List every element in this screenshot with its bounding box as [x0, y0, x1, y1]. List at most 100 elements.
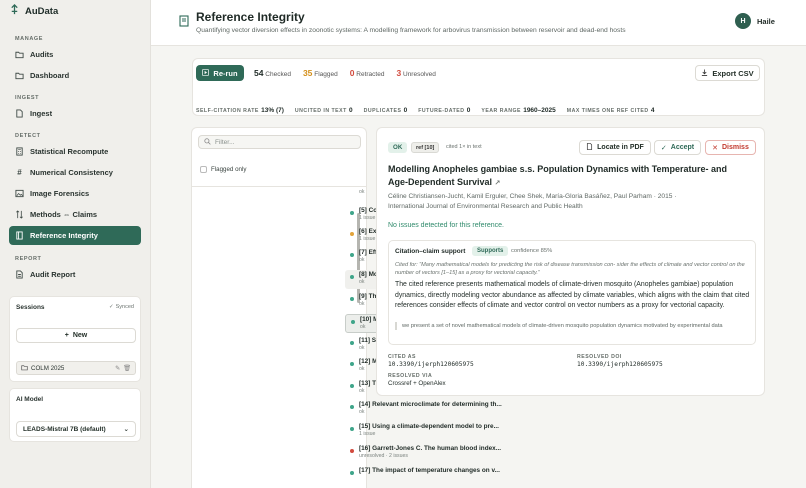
list-item[interactable]: [15] Using a climate-dependent model to …	[345, 422, 504, 441]
no-issues-text: No issues detected for this reference.	[388, 222, 504, 229]
section-label-detect: DETECT	[15, 133, 41, 139]
resolved-doi: RESOLVED DOI 10.3390/ijerph120605975	[577, 354, 663, 368]
plus-icon: +	[64, 332, 69, 339]
session-name: COLM 2025	[31, 364, 65, 372]
reference-title: Modelling Anopheles gambiae s.s. Populat…	[388, 163, 748, 190]
export-csv-button[interactable]: Export CSV	[695, 65, 760, 81]
calculator-icon	[15, 147, 24, 156]
metrics-row: SELF-CITATION RATE 13% (7) UNCITED IN TE…	[196, 105, 654, 114]
accept-label: Accept	[670, 144, 695, 151]
dismiss-button[interactable]: ✕ Dismiss	[705, 140, 756, 155]
sync-status: ✓ Synced	[109, 304, 134, 310]
support-body: The cited reference presents mathematica…	[395, 281, 750, 309]
external-link-icon[interactable]: ↗	[495, 180, 501, 187]
rerun-button[interactable]: Re-run	[196, 65, 244, 81]
status-dot	[350, 275, 354, 279]
list-item[interactable]: [14] Relevant microclimate for determini…	[345, 400, 504, 419]
user-name[interactable]: Haile	[757, 17, 775, 26]
sessions-panel: Sessions ✓ Synced + New COLM 2025 ✎ 🗑	[9, 296, 141, 382]
book-icon	[179, 15, 189, 29]
ai-model-title: AI Model	[16, 396, 44, 403]
session-item[interactable]: COLM 2025 ✎ 🗑	[16, 361, 136, 375]
nav-numerical-consistency[interactable]: # Numerical Consistency	[9, 163, 141, 182]
nav-methods-claims[interactable]: Methods ⇔ Claims	[9, 205, 141, 224]
flagged-only-checkbox[interactable]: Flagged only	[200, 166, 246, 173]
resolved-via-label: RESOLVED VIA	[388, 373, 433, 379]
logo-icon	[9, 4, 20, 18]
status-dot	[350, 232, 354, 236]
cited-count: cited 1× in text	[446, 144, 482, 150]
confidence: confidence 85%	[511, 248, 553, 254]
play-icon	[202, 68, 210, 78]
model-select[interactable]: LEADS-Mistral 7B (default) ⌄	[16, 421, 136, 437]
export-label: Export CSV	[712, 68, 754, 78]
status-dot	[350, 211, 354, 215]
list-item[interactable]: [16] Garrett-Jones C. The human blood in…	[345, 444, 504, 463]
reference-authors: Céline Christiansen-Jucht, Kamil Erguler…	[388, 192, 748, 212]
nav-audit-report[interactable]: Audit Report	[9, 265, 141, 284]
sync-label: Synced	[115, 304, 134, 310]
list-item-title: [14] Relevant microclimate for determini…	[359, 401, 502, 408]
section-label-ingest: INGEST	[15, 95, 40, 101]
divider	[192, 186, 366, 187]
folder-icon	[15, 50, 24, 59]
list-item-title: [16] Garrett-Jones C. The human blood in…	[359, 445, 502, 452]
ai-model-panel: AI Model LEADS-Mistral 7B (default) ⌄	[9, 388, 141, 442]
metric-future-dated: FUTURE-DATED 0	[418, 107, 471, 114]
close-icon: ✕	[712, 144, 718, 152]
nav-dashboard[interactable]: Dashboard	[9, 66, 141, 85]
checkbox-box[interactable]	[200, 166, 207, 173]
section-label-manage: MANAGE	[15, 36, 44, 42]
resolved-doi-label: RESOLVED DOI	[577, 354, 622, 360]
metric-max-cited: MAX TIMES ONE REF CITED 4	[566, 107, 655, 114]
hash-icon: #	[17, 168, 22, 177]
trash-icon[interactable]: 🗑	[123, 364, 131, 372]
image-icon	[15, 189, 24, 198]
document-icon	[586, 143, 593, 152]
avatar[interactable]: H	[735, 13, 751, 29]
section-label-report: REPORT	[15, 256, 42, 262]
app-brand[interactable]: AuData	[0, 0, 150, 22]
resolved-via: RESOLVED VIA Crossref + OpenAlex	[388, 373, 446, 387]
reference-detail-card: OK ref [10] cited 1× in text Locate in P…	[376, 127, 765, 396]
metric-year-range: YEAR RANGE 1960–2025	[481, 107, 556, 114]
filter-input[interactable]: Filter...	[198, 135, 361, 149]
nav-image-forensics[interactable]: Image Forensics	[9, 184, 141, 203]
app-name: AuData	[25, 5, 59, 17]
page-title: Reference Integrity	[196, 10, 305, 24]
resolved-doi-value: 10.3390/ijerph120605975	[577, 361, 663, 368]
edit-icon[interactable]: ✎	[115, 365, 120, 372]
report-icon	[15, 270, 24, 279]
page-subtitle: Quantifying vector diversion effects in …	[196, 27, 626, 34]
cited-as-label: CITED AS	[388, 354, 417, 360]
nav-label: Dashboard	[30, 71, 70, 80]
page-header: Reference Integrity Quantifying vector d…	[151, 0, 806, 46]
stats-row: 54 Checked 35 Flagged 0 Retracted 3 Unre…	[254, 68, 436, 78]
model-select-value: LEADS-Mistral 7B (default)	[23, 425, 106, 433]
search-icon	[204, 137, 211, 147]
authors-text: Céline Christiansen-Jucht, Kamil Erguler…	[388, 193, 677, 200]
check-icon: ✓	[109, 304, 114, 310]
status-dot	[350, 362, 354, 366]
sidebar: AuData MANAGE Audits Dashboard INGEST In…	[0, 0, 151, 488]
nav-statistical-recompute[interactable]: Statistical Recompute	[9, 142, 141, 161]
list-item[interactable]: [17] The impact of temperature changes o…	[345, 466, 504, 485]
new-session-button[interactable]: + New	[16, 328, 136, 343]
accept-button[interactable]: ✓ Accept	[654, 140, 701, 155]
flagged-only-label: Flagged only	[211, 166, 247, 173]
book-icon	[15, 231, 24, 240]
support-quote: we present a set of novel mathematical m…	[395, 322, 750, 330]
nav-audits[interactable]: Audits	[9, 45, 141, 64]
nav-label: Numerical Consistency	[30, 168, 113, 177]
file-icon	[15, 109, 24, 118]
nav-ingest[interactable]: Ingest	[9, 104, 141, 123]
status-dot	[350, 341, 354, 345]
nav-reference-integrity[interactable]: Reference Integrity	[9, 226, 141, 245]
rerun-label: Re-run	[213, 68, 238, 78]
status-dot	[350, 471, 354, 475]
locate-in-pdf-button[interactable]: Locate in PDF	[579, 140, 651, 155]
status-dot	[350, 297, 354, 301]
main-content: Reference Integrity Quantifying vector d…	[151, 0, 806, 488]
download-icon	[701, 68, 708, 78]
support-panel: Citation–claim support Supports confiden…	[388, 240, 756, 345]
